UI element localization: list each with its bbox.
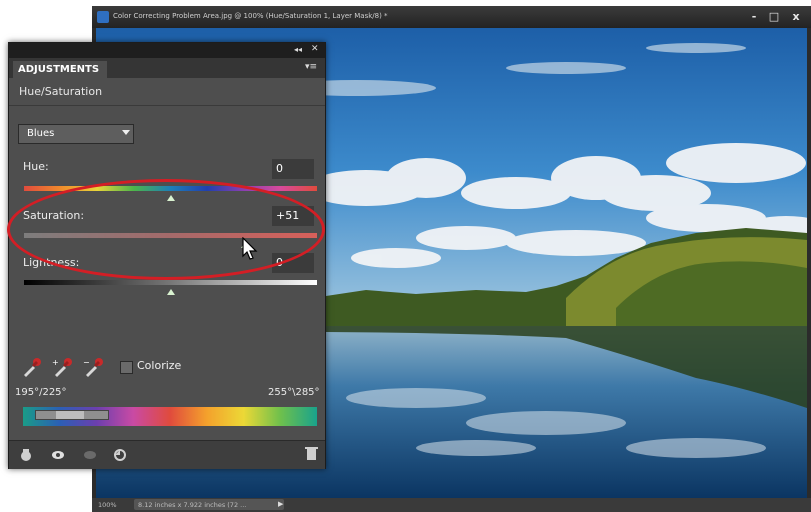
panel-menu-icon[interactable]: ▾≡	[305, 62, 317, 72]
eyedropper-icon[interactable]	[21, 356, 43, 378]
panel-footer	[9, 440, 325, 469]
status-bar: 100% 8.12 inches x 7.922 inches (72 ... …	[92, 498, 811, 512]
maximize-button[interactable]: □	[767, 10, 781, 24]
document-info-field[interactable]: 8.12 inches x 7.922 inches (72 ...	[134, 499, 284, 510]
panel-header-strip[interactable]: ◂◂ ✕	[9, 43, 325, 58]
chevron-down-icon	[122, 130, 130, 135]
annotation-circle	[7, 179, 325, 280]
color-range-slider[interactable]	[35, 410, 109, 420]
eyedropper-minus-icon[interactable]: −	[83, 356, 105, 378]
trash-icon[interactable]	[305, 446, 318, 461]
hue-value-field[interactable]: 0	[272, 159, 314, 179]
minimize-button[interactable]: -	[747, 10, 761, 24]
app-icon	[97, 11, 109, 23]
colorize-label: Colorize	[137, 359, 182, 372]
divider	[9, 105, 325, 106]
document-title: Color Correcting Problem Area.jpg @ 100%…	[113, 12, 388, 20]
close-panel-button[interactable]: ✕	[311, 44, 319, 54]
range-left-label: 195°/225°	[15, 387, 67, 398]
status-menu-arrow-icon[interactable]: ▶	[278, 500, 283, 508]
svg-text:+: +	[52, 358, 59, 367]
hue-label: Hue:	[23, 160, 49, 173]
close-window-button[interactable]: x	[789, 10, 803, 24]
color-range-slider-core[interactable]	[56, 411, 84, 419]
range-right-label: 255°\285°	[268, 387, 320, 398]
zoom-level[interactable]: 100%	[98, 501, 117, 509]
lightness-slider-track[interactable]	[24, 280, 317, 285]
document-titlebar[interactable]: Color Correcting Problem Area.jpg @ 100%…	[92, 6, 811, 28]
lightness-slider-thumb[interactable]	[166, 289, 175, 295]
svg-text:−: −	[83, 358, 90, 367]
visibility-eye-icon[interactable]	[51, 448, 65, 462]
mouse-cursor-icon	[242, 237, 258, 260]
collapse-panel-button[interactable]: ◂◂	[294, 45, 302, 54]
document-info-text: 8.12 inches x 7.922 inches (72 ...	[138, 501, 247, 509]
reset-icon[interactable]	[113, 448, 127, 462]
panel-tabbar: ADJUSTMENTS ▾≡	[9, 58, 325, 78]
channel-value: Blues	[27, 128, 55, 139]
adjustment-title: Hue/Saturation	[19, 85, 103, 98]
tab-adjustments[interactable]: ADJUSTMENTS	[13, 61, 107, 78]
previous-state-icon[interactable]	[83, 448, 97, 462]
channel-dropdown[interactable]: Blues	[18, 124, 134, 144]
colorize-checkbox[interactable]	[120, 361, 133, 374]
clip-to-layer-icon[interactable]	[19, 448, 33, 462]
eyedropper-plus-icon[interactable]: +	[52, 356, 74, 378]
